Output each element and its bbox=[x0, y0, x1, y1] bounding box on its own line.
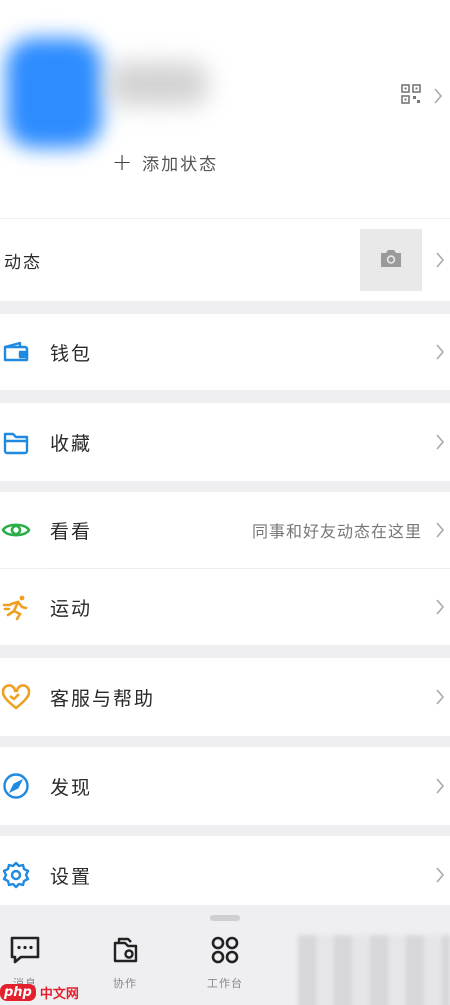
menu-item-wallet[interactable]: 钱包 bbox=[0, 314, 450, 390]
drag-handle[interactable] bbox=[210, 915, 240, 921]
chevron-right-icon bbox=[432, 340, 448, 364]
wallet-label: 钱包 bbox=[50, 342, 93, 365]
watermark: php 中文网 bbox=[0, 979, 79, 1005]
gear-icon bbox=[0, 859, 32, 891]
chevron-right-icon bbox=[432, 685, 448, 709]
chevron-right-icon bbox=[432, 248, 448, 272]
qr-code-button[interactable] bbox=[400, 82, 446, 110]
menu-item-discover[interactable]: 发现 bbox=[0, 747, 450, 825]
chevron-right-icon bbox=[432, 863, 448, 887]
menu-item-watch[interactable]: 看看 同事和好友动态在这里 bbox=[0, 492, 450, 568]
menu-item-settings[interactable]: 设置 bbox=[0, 836, 450, 914]
favorites-label: 收藏 bbox=[50, 432, 93, 455]
profile-name-blurred[interactable] bbox=[108, 62, 208, 106]
watermark-text: 中文网 bbox=[39, 986, 79, 1002]
compass-icon bbox=[0, 770, 32, 802]
watch-label: 看看 bbox=[50, 520, 93, 543]
chevron-right-icon bbox=[430, 84, 446, 108]
profile-header: + 添加状态 bbox=[0, 0, 450, 218]
tab-workbench[interactable]: 工作台 bbox=[195, 935, 255, 999]
heart-handshake-icon bbox=[0, 681, 32, 713]
documents-icon bbox=[109, 935, 141, 969]
tab-workbench-label: 工作台 bbox=[207, 977, 243, 990]
tab-collaboration[interactable]: 协作 bbox=[95, 935, 155, 999]
wallet-icon bbox=[0, 336, 32, 368]
grid-icon bbox=[210, 935, 240, 969]
folder-icon bbox=[0, 426, 32, 458]
settings-label: 设置 bbox=[50, 865, 93, 888]
add-status-label: 添加状态 bbox=[142, 154, 219, 175]
sports-label: 运动 bbox=[50, 597, 93, 620]
bottom-tab-bar: 消息 协作 工作台 php 中文网 bbox=[0, 905, 450, 1005]
discover-label: 发现 bbox=[50, 776, 93, 799]
support-label: 客服与帮助 bbox=[50, 687, 156, 710]
plus-icon: + bbox=[112, 148, 135, 176]
qr-code-icon bbox=[400, 83, 422, 109]
menu-item-favorites[interactable]: 收藏 bbox=[0, 403, 450, 481]
tab-collaboration-label: 协作 bbox=[113, 977, 137, 990]
watch-hint: 同事和好友动态在这里 bbox=[251, 522, 422, 541]
chevron-right-icon bbox=[432, 774, 448, 798]
camera-icon bbox=[378, 247, 404, 273]
tab-me-blurred[interactable] bbox=[298, 935, 450, 1005]
watermark-logo: php bbox=[0, 983, 36, 1001]
menu-item-support[interactable]: 客服与帮助 bbox=[0, 658, 450, 736]
avatar[interactable] bbox=[6, 38, 102, 148]
menu-item-sports[interactable]: 运动 bbox=[0, 569, 450, 645]
chevron-right-icon bbox=[432, 430, 448, 454]
moments-thumbnail[interactable] bbox=[360, 229, 422, 291]
chevron-right-icon bbox=[432, 518, 448, 542]
running-icon bbox=[0, 591, 32, 623]
eye-icon bbox=[0, 514, 32, 546]
moments-label: 动态 bbox=[4, 252, 42, 273]
chat-bubble-icon bbox=[9, 935, 41, 969]
chevron-right-icon bbox=[432, 595, 448, 619]
add-status-button[interactable]: + 添加状态 bbox=[112, 148, 218, 176]
moments-row[interactable]: 动态 bbox=[0, 219, 450, 301]
